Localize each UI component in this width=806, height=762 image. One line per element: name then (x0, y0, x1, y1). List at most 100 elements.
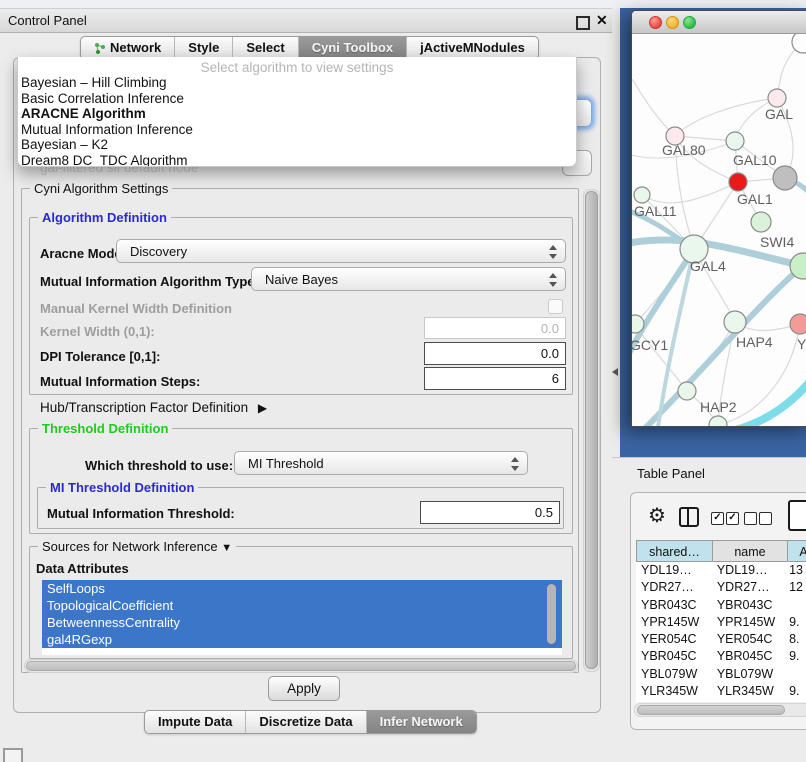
tab-select[interactable]: Select (233, 37, 298, 59)
settings-vertical-scrollbar-thumb[interactable] (585, 191, 598, 669)
mi-type-combo[interactable]: Naive Bayes (251, 267, 566, 291)
minimize-window-icon[interactable] (666, 16, 679, 29)
table-row[interactable]: YBL079WYBL079W (636, 666, 806, 683)
tab-infer-network[interactable]: Infer Network (367, 711, 476, 733)
table-cell: 12 (786, 579, 806, 596)
deselect-all-checkbox-icon[interactable] (744, 512, 757, 525)
table-horizontal-scrollbar[interactable] (634, 703, 806, 717)
bottom-tabbar: Impute DataDiscretize DataInfer Network (144, 710, 477, 734)
select-all-checkbox-icon[interactable]: ✓ (711, 512, 724, 525)
table-cell: YPR145W (715, 614, 786, 631)
network-node-gal[interactable] (768, 89, 786, 107)
table-cell: YDL19… (715, 562, 786, 579)
network-window-titlebar[interactable] (632, 11, 806, 34)
mi-type-label: Mutual Information Algorithm Type: (40, 274, 259, 289)
network-node-hap4[interactable] (724, 311, 746, 333)
mi-threshold-label: Mutual Information Threshold: (47, 506, 235, 521)
network-node-gal1[interactable] (729, 173, 747, 191)
table-cell: 9 (786, 700, 806, 702)
attribute-item-gal4rgexp[interactable]: gal4RGexp (42, 631, 562, 648)
attribute-item-betweennesscentrality[interactable]: BetweennessCentrality (42, 614, 562, 631)
table-row[interactable]: YDR27…YDR27…12 (636, 579, 806, 596)
tab-label: Cyni Toolbox (312, 37, 393, 59)
hub-definition-toggle[interactable]: Hub/Transcription Factor Definition ▶ (40, 400, 267, 415)
table-cell: YDL19… (636, 562, 715, 579)
tab-style[interactable]: Style (175, 37, 233, 59)
network-canvas[interactable]: GALGAL80GAL10GAL1GAL11SWI4GAL4GCY1HAP4YH… (632, 34, 806, 427)
network-graph: GALGAL80GAL10GAL1GAL11SWI4GAL4GCY1HAP4YH… (632, 34, 806, 427)
manual-kernel-checkbox[interactable] (548, 299, 563, 314)
network-node-gal10[interactable] (726, 132, 744, 150)
apply-button[interactable]: Apply (268, 676, 340, 701)
algorithm-option-bayesian-k2[interactable]: Bayesian – K2 (18, 137, 576, 153)
table-row[interactable]: YDL19…YDL19…13 (636, 562, 806, 579)
attributes-list-scrollbar-thumb[interactable] (547, 584, 556, 644)
algorithm-option-dream8-dc-tdc-algorithm[interactable]: Dream8 DC_TDC Algorithm (18, 153, 576, 167)
algorithm-option-aracne-algorithm[interactable]: ARACNE Algorithm (18, 106, 576, 122)
network-node-hap2[interactable] (678, 382, 696, 400)
network-icon (94, 42, 106, 55)
network-node[interactable] (709, 416, 727, 427)
kernel-width-input[interactable]: 0.0 (424, 317, 566, 339)
tab-jactivemnodules[interactable]: jActiveMNodules (407, 37, 538, 59)
table-horizontal-scrollbar-thumb[interactable] (637, 705, 785, 715)
table-row[interactable]: YBR045CYBR045C9. (636, 648, 806, 665)
table-cell: YLR345W (636, 683, 715, 700)
algorithm-option-mutual-information-inference[interactable]: Mutual Information Inference (18, 122, 576, 138)
tab-discretize-data[interactable]: Discretize Data (246, 711, 366, 733)
table-row[interactable]: YPR145WYPR145W9. (636, 614, 806, 631)
mi-steps-label: Mutual Information Steps: (40, 374, 200, 389)
application-window: Control Panel ✕ NetworkStyleSelectCyni T… (0, 0, 806, 762)
mi-steps-input[interactable]: 6 (424, 367, 566, 390)
node-label: HAP4 (736, 334, 773, 350)
network-node-swi4[interactable] (751, 212, 771, 232)
node-label: GAL (765, 106, 793, 122)
table-row[interactable]: YLR345WYLR345W9. (636, 683, 806, 700)
algorithm-option-basic-correlation-inference[interactable]: Basic Correlation Inference (18, 91, 576, 107)
aracne-mode-combo[interactable]: Discovery (116, 239, 566, 263)
deselect-all-checkbox-icon2[interactable] (759, 512, 772, 525)
sources-group-title[interactable]: Sources for Network Inference ▼ (38, 539, 236, 554)
network-node-gcy1[interactable] (632, 315, 644, 333)
manual-kernel-label: Manual Kernel Width Definition (40, 301, 232, 316)
table-row[interactable]: YBR043CYBR043C (636, 597, 806, 614)
column-header-shared-[interactable]: shared… (636, 540, 713, 562)
select-all-checkbox-icon2[interactable]: ✓ (726, 512, 739, 525)
close-panel-icon[interactable]: ✕ (596, 12, 608, 29)
column-header-a[interactable]: A (788, 540, 806, 562)
float-window-icon[interactable] (576, 16, 590, 30)
column-header-name[interactable]: name (713, 540, 788, 562)
attribute-item-selfloops[interactable]: SelfLoops (42, 580, 562, 597)
column-selector-icon[interactable] (679, 507, 699, 527)
close-window-icon[interactable] (649, 16, 662, 29)
data-attributes-list[interactable]: SelfLoopsTopologicalCoefficientBetweenne… (42, 580, 562, 655)
table-cell: YDR27… (715, 579, 786, 596)
table-panel-divider (612, 457, 806, 458)
table-settings-gear-icon[interactable]: ⚙ (648, 503, 666, 528)
network-node[interactable] (773, 166, 797, 190)
dpi-tolerance-input[interactable]: 0.0 (424, 342, 566, 365)
node-label: GAL80 (662, 142, 706, 158)
table-row[interactable]: YIL052CYIL052C9 (636, 700, 806, 702)
minimized-panel-icon[interactable] (3, 748, 23, 762)
node-label: GAL1 (737, 191, 773, 207)
tab-network[interactable]: Network (81, 37, 175, 59)
mi-threshold-input[interactable]: 0.5 (420, 501, 560, 524)
network-node-gal11[interactable] (634, 187, 650, 203)
network-node-y[interactable] (790, 314, 806, 334)
new-table-icon[interactable] (788, 500, 806, 531)
table-row[interactable]: YER054CYER054C8. (636, 631, 806, 648)
algorithm-option-bayesian-hill-climbing[interactable]: Bayesian – Hill Climbing (18, 75, 576, 91)
attribute-item-topologicalcoefficient[interactable]: TopologicalCoefficient (42, 597, 562, 614)
tab-impute-data[interactable]: Impute Data (145, 711, 246, 733)
table-header: shared…nameA (636, 540, 806, 562)
tab-label: jActiveMNodules (420, 37, 525, 59)
dpi-tolerance-label: DPI Tolerance [0,1]: (40, 349, 160, 364)
tab-cyni-toolbox[interactable]: Cyni Toolbox (299, 37, 407, 59)
settings-horizontal-scrollbar-thumb[interactable] (26, 661, 576, 671)
zoom-window-icon[interactable] (683, 16, 696, 29)
which-threshold-combo[interactable]: MI Threshold (234, 451, 528, 475)
node-label: GAL4 (690, 258, 726, 274)
splitter-collapse-arrow[interactable] (612, 368, 618, 376)
table-cell: YIL052C (636, 700, 715, 702)
